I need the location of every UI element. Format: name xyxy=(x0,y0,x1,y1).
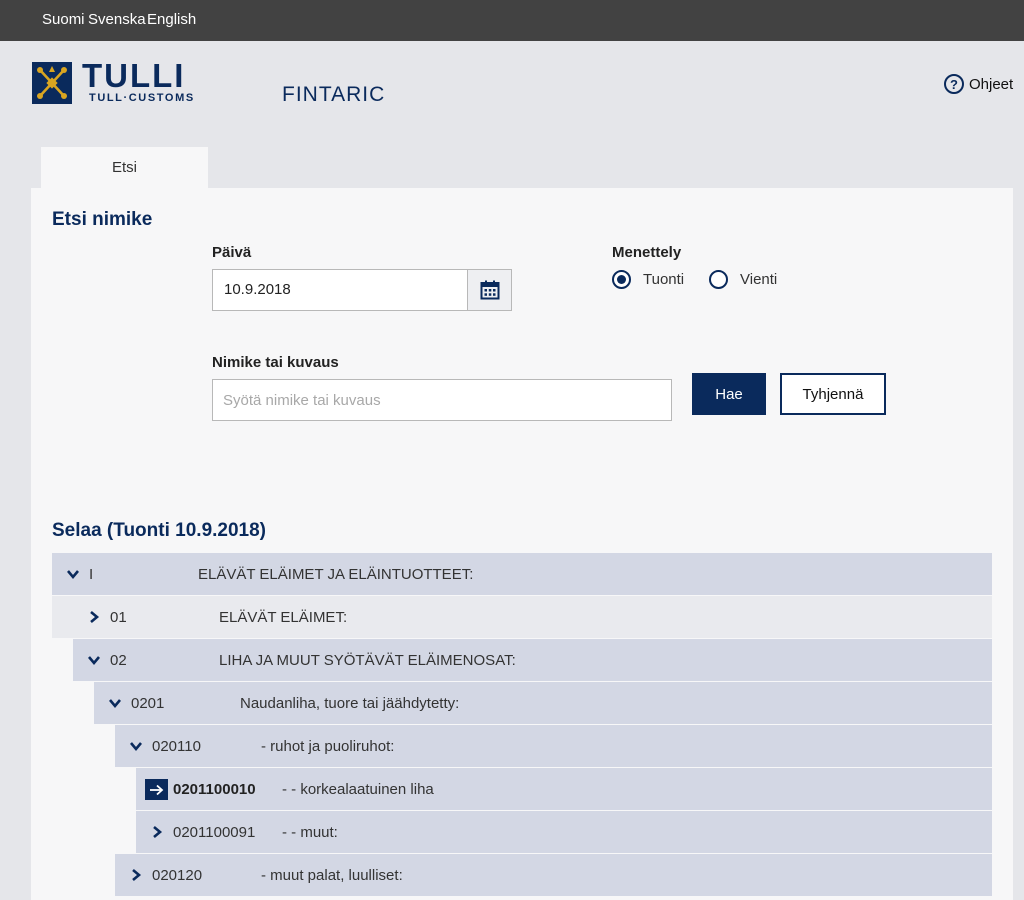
logo-subtitle: TULL·CUSTOMS xyxy=(89,92,195,104)
date-label: Päivä xyxy=(212,244,252,261)
tree-row[interactable]: I ELÄVÄT ELÄIMET JA ELÄINTUOTTEET: xyxy=(52,553,992,596)
tab-etsi[interactable]: Etsi xyxy=(41,147,208,188)
chevron-down-icon xyxy=(109,699,121,709)
help-link[interactable]: ? Ohjeet xyxy=(944,74,1013,94)
date-field[interactable]: 10.9.2018 xyxy=(212,269,468,311)
calendar-icon xyxy=(480,280,499,300)
chevron-right-icon xyxy=(90,611,100,623)
tree-row-desc: - ruhot ja puoliruhot: xyxy=(261,738,395,755)
chevron-right-icon xyxy=(153,826,163,838)
tree-row[interactable]: 0201100091 - - muut: xyxy=(136,811,992,854)
customs-emblem-icon xyxy=(32,62,72,104)
radio-tuonti-label: Tuonti xyxy=(643,271,685,288)
logo-wordmark: TULLI xyxy=(82,57,186,94)
browse-section-title: Selaa (Tuonti 10.9.2018) xyxy=(52,520,267,541)
lang-english[interactable]: English xyxy=(147,11,196,28)
tree-row[interactable]: 020120 - muut palat, luulliset: xyxy=(115,854,992,897)
chevron-down-icon xyxy=(88,656,100,666)
tree-row-desc: - - muut: xyxy=(282,824,338,841)
radio-vienti-label: Vienti xyxy=(740,271,778,288)
tree-row-desc: Naudanliha, tuore tai jäähdytetty: xyxy=(240,695,460,712)
tree-row-code: 020110 xyxy=(152,738,201,755)
tree-row[interactable]: 0201100010 - - korkealaatuinen liha xyxy=(136,768,992,811)
tree-row-code: 01 xyxy=(110,609,127,626)
app-title: FINTARIC xyxy=(282,83,386,106)
tree-row-desc: - muut palat, luulliset: xyxy=(261,867,403,884)
lang-suomi[interactable]: Suomi xyxy=(42,11,85,28)
header: TULLI TULL·CUSTOMS FINTARIC ? Ohjeet xyxy=(0,41,1024,125)
language-bar: Suomi Svenska English xyxy=(0,0,1024,41)
tree-row[interactable]: 01 ELÄVÄT ELÄIMET: xyxy=(52,596,992,639)
query-input[interactable] xyxy=(212,379,672,421)
tree-row-desc: LIHA JA MUUT SYÖTÄVÄT ELÄIMENOSAT: xyxy=(219,652,516,669)
help-label: Ohjeet xyxy=(969,75,1014,93)
chevron-down-icon xyxy=(130,742,142,752)
tree-row-code: 0201 xyxy=(131,695,165,712)
tree-row-desc: ELÄVÄT ELÄIMET: xyxy=(219,609,348,626)
tree-row-code: 0201100010 xyxy=(173,781,256,798)
help-question-icon: ? xyxy=(944,74,964,94)
tree-row-code: 020120 xyxy=(152,867,203,884)
radio-tuonti-dot[interactable] xyxy=(612,270,631,289)
tree-row[interactable]: 0201 Naudanliha, tuore tai jäähdytetty: xyxy=(94,682,992,725)
query-label: Nimike tai kuvaus xyxy=(212,354,339,371)
radio-vienti[interactable]: Vienti xyxy=(709,270,777,289)
radio-tuonti[interactable]: Tuonti xyxy=(612,270,684,289)
chevron-down-icon xyxy=(67,570,79,580)
tree-row-code: 0201100091 xyxy=(173,824,256,841)
tree-row[interactable]: 020110 - ruhot ja puoliruhot: xyxy=(115,725,992,768)
tree-row-desc: ELÄVÄT ELÄIMET JA ELÄINTUOTTEET: xyxy=(198,566,474,583)
search-section-title: Etsi nimike xyxy=(52,209,153,230)
clear-button[interactable]: Tyhjennä xyxy=(780,373,886,415)
chevron-right-icon xyxy=(132,869,142,881)
radio-vienti-dot[interactable] xyxy=(709,270,728,289)
tree-row-code: I xyxy=(89,566,94,583)
tree-row[interactable]: 02 LIHA JA MUUT SYÖTÄVÄT ELÄIMENOSAT: xyxy=(73,639,992,682)
lang-svenska[interactable]: Svenska xyxy=(88,11,146,28)
calendar-button[interactable] xyxy=(467,269,512,311)
tree-row-code: 02 xyxy=(110,652,127,669)
search-button[interactable]: Hae xyxy=(692,373,766,415)
arrow-right-icon xyxy=(145,779,168,800)
procedure-label: Menettely xyxy=(612,244,682,261)
tree-row-desc: - - korkealaatuinen liha xyxy=(282,781,434,798)
